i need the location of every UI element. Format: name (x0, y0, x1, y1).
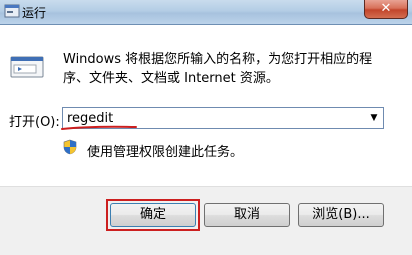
admin-note: 使用管理权限创建此任务。 (87, 145, 244, 160)
uac-shield-icon (63, 139, 77, 155)
title-bar[interactable]: 运行 ✕ (0, 0, 412, 24)
close-icon: ✕ (380, 1, 392, 16)
window-title: 运行 (22, 6, 47, 20)
open-label: 打开(O): (9, 115, 60, 130)
run-program-icon (10, 56, 44, 78)
ok-button[interactable]: 确定 (110, 203, 196, 227)
red-underline-annotation (61, 125, 137, 130)
cancel-button[interactable]: 取消 (204, 203, 290, 227)
run-app-icon (4, 4, 20, 18)
description-text: Windows 将根据您所输入的名称，为您打开相应的程序、文件夹、文档或 Int… (63, 52, 373, 86)
dialog-content (0, 24, 412, 186)
dropdown-arrow-icon[interactable]: ▼ (367, 111, 381, 125)
close-button[interactable]: ✕ (364, 0, 408, 19)
browse-button[interactable]: 浏览(B)... (298, 203, 384, 227)
